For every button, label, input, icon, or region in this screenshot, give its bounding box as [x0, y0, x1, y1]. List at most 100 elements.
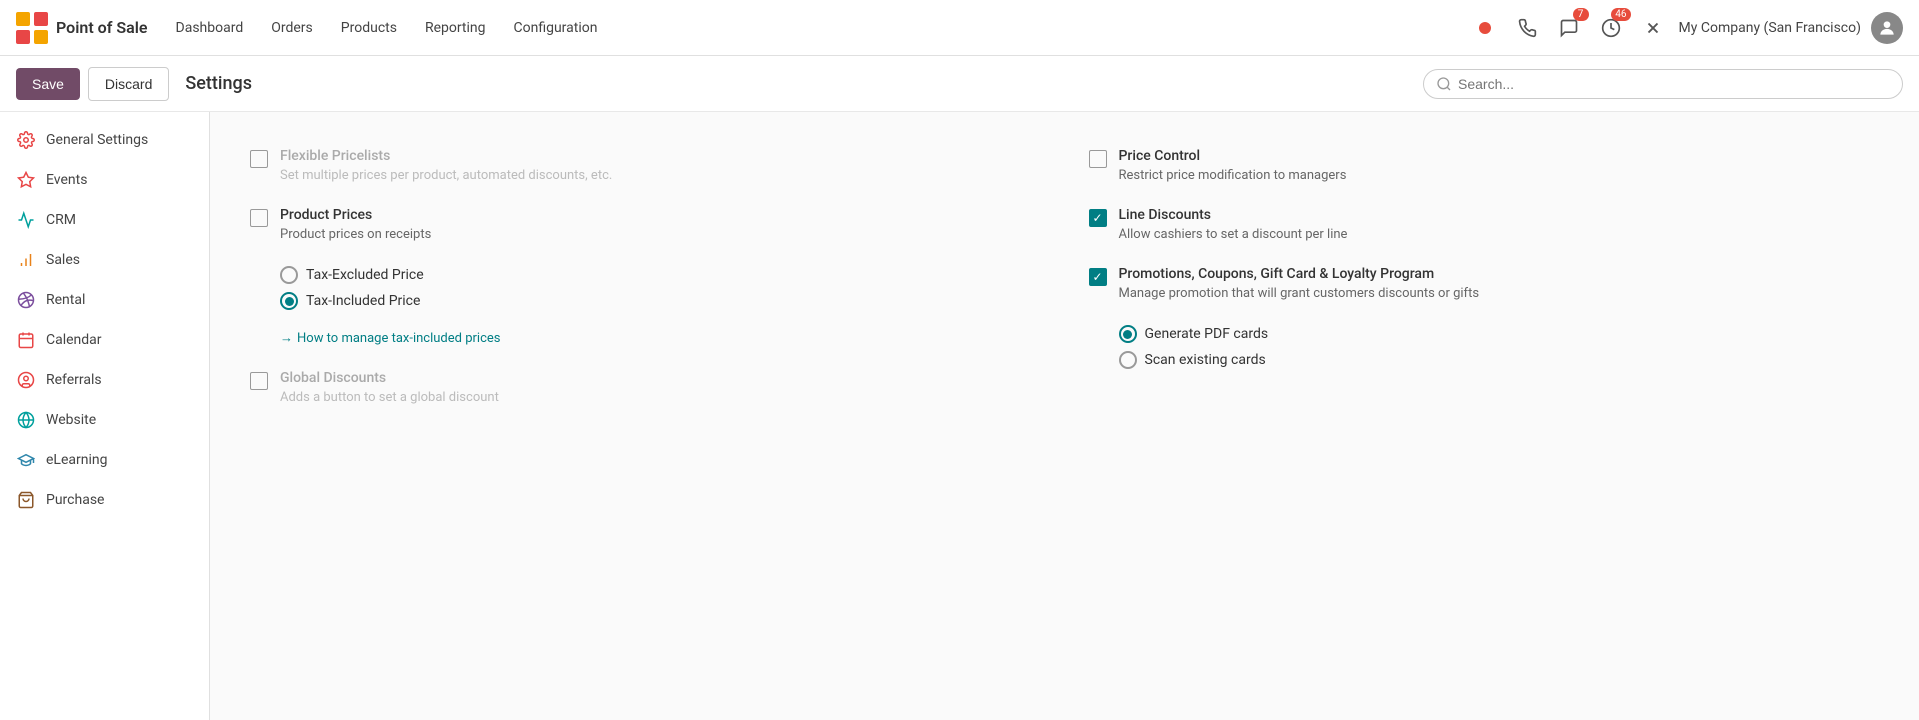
chat-icon — [1559, 18, 1579, 38]
nav-orders[interactable]: Orders — [259, 14, 325, 42]
line-discounts-checkbox[interactable] — [1089, 209, 1107, 227]
sidebar-item-general-settings[interactable]: General Settings — [0, 120, 209, 160]
tax-excluded-radio[interactable]: Tax-Excluded Price — [280, 266, 424, 284]
price-control-title: Price Control — [1119, 148, 1880, 164]
sidebar-item-label: Rental — [46, 292, 85, 308]
product-prices-checkbox[interactable] — [250, 209, 268, 227]
elearning-icon — [16, 450, 36, 470]
line-discounts-title: Line Discounts — [1119, 207, 1880, 223]
app-title: Point of Sale — [56, 18, 148, 37]
scan-existing-radio[interactable]: Scan existing cards — [1119, 351, 1269, 369]
nav-dashboard[interactable]: Dashboard — [164, 14, 256, 42]
sidebar-item-events[interactable]: Events — [0, 160, 209, 200]
tax-link[interactable]: → How to manage tax-included prices — [280, 330, 500, 346]
sidebar-item-label: General Settings — [46, 132, 148, 148]
product-prices-radio-group: Tax-Excluded Price Tax-Included Price — [280, 266, 424, 310]
flexible-pricelists-title: Flexible Pricelists — [280, 148, 1041, 164]
line-discounts-info: Line Discounts Allow cashiers to set a d… — [1119, 207, 1880, 242]
purchase-icon — [16, 490, 36, 510]
scan-existing-radio-circle — [1119, 351, 1137, 369]
nav-configuration[interactable]: Configuration — [502, 14, 610, 42]
red-dot-icon — [1479, 22, 1491, 34]
tax-included-label: Tax-Included Price — [306, 293, 420, 309]
chat-badge: 7 — [1573, 8, 1589, 21]
sidebar-item-sales[interactable]: Sales — [0, 240, 209, 280]
company-name[interactable]: My Company (San Francisco) — [1679, 20, 1861, 36]
sidebar-item-referrals[interactable]: Referrals — [0, 360, 209, 400]
crm-icon — [16, 210, 36, 230]
global-discounts-checkbox[interactable] — [250, 372, 268, 390]
setting-product-prices: Product Prices Product prices on receipt… — [250, 195, 1041, 358]
status-dot[interactable] — [1469, 12, 1501, 44]
promotions-radio-group: Generate PDF cards Scan existing cards — [1119, 325, 1269, 369]
sidebar-item-calendar[interactable]: Calendar — [0, 320, 209, 360]
flexible-pricelists-checkbox[interactable] — [250, 150, 268, 168]
rental-icon — [16, 290, 36, 310]
app-logo[interactable]: Point of Sale — [16, 12, 148, 44]
close-icon — [1644, 19, 1662, 37]
general-settings-icon — [16, 130, 36, 150]
tax-included-radio[interactable]: Tax-Included Price — [280, 292, 424, 310]
flexible-pricelists-desc: Set multiple prices per product, automat… — [280, 168, 1041, 183]
close-icon-btn[interactable] — [1637, 12, 1669, 44]
price-control-checkbox[interactable] — [1089, 150, 1107, 168]
product-prices-title: Product Prices — [280, 207, 1041, 223]
settings-grid: Flexible Pricelists Set multiple prices … — [250, 136, 1879, 417]
logo-icon — [16, 12, 48, 44]
promotions-checkbox[interactable] — [1089, 268, 1107, 286]
sidebar-item-label: Events — [46, 172, 87, 188]
chat-icon-btn[interactable]: 7 — [1553, 12, 1585, 44]
clock-icon-btn[interactable]: 46 — [1595, 12, 1627, 44]
global-discounts-info: Global Discounts Adds a button to set a … — [280, 370, 1041, 405]
website-icon — [16, 410, 36, 430]
generate-pdf-radio[interactable]: Generate PDF cards — [1119, 325, 1269, 343]
search-input[interactable] — [1458, 76, 1890, 92]
promotions-title: Promotions, Coupons, Gift Card & Loyalty… — [1119, 266, 1880, 282]
setting-global-discounts: Global Discounts Adds a button to set a … — [250, 358, 1041, 417]
right-column: Price Control Restrict price modificatio… — [1089, 136, 1880, 417]
tax-excluded-radio-circle — [280, 266, 298, 284]
tax-included-radio-circle — [280, 292, 298, 310]
clock-icon — [1601, 18, 1621, 38]
sidebar-item-label: Calendar — [46, 332, 102, 348]
topnav: Point of Sale Dashboard Orders Products … — [0, 0, 1919, 56]
user-avatar[interactable] — [1871, 12, 1903, 44]
discard-button[interactable]: Discard — [88, 67, 169, 101]
sidebar-item-crm[interactable]: CRM — [0, 200, 209, 240]
sidebar-item-rental[interactable]: Rental — [0, 280, 209, 320]
save-button[interactable]: Save — [16, 68, 80, 100]
sidebar-item-purchase[interactable]: Purchase — [0, 480, 209, 520]
sidebar-item-label: CRM — [46, 212, 76, 228]
nav-links: Dashboard Orders Products Reporting Conf… — [164, 14, 1461, 42]
referrals-icon — [16, 370, 36, 390]
avatar-icon — [1877, 18, 1897, 38]
nav-products[interactable]: Products — [329, 14, 409, 42]
global-discounts-desc: Adds a button to set a global discount — [280, 390, 1041, 405]
search-bar[interactable] — [1423, 69, 1903, 99]
generate-pdf-label: Generate PDF cards — [1145, 326, 1269, 342]
price-control-info: Price Control Restrict price modificatio… — [1119, 148, 1880, 183]
price-control-desc: Restrict price modification to managers — [1119, 168, 1880, 183]
search-icon — [1436, 76, 1452, 92]
nav-reporting[interactable]: Reporting — [413, 14, 498, 42]
setting-price-control: Price Control Restrict price modificatio… — [1089, 136, 1880, 195]
topnav-right: 7 46 My Company (San Francisco) — [1469, 12, 1903, 44]
sidebar-item-elearning[interactable]: eLearning — [0, 440, 209, 480]
toolbar: Save Discard Settings — [0, 56, 1919, 112]
clock-badge: 46 — [1611, 8, 1630, 21]
sidebar-item-label: Referrals — [46, 372, 102, 388]
tax-excluded-label: Tax-Excluded Price — [306, 267, 424, 283]
sidebar-item-website[interactable]: Website — [0, 400, 209, 440]
setting-flexible-pricelists: Flexible Pricelists Set multiple prices … — [250, 136, 1041, 195]
calendar-icon — [16, 330, 36, 350]
global-discounts-title: Global Discounts — [280, 370, 1041, 386]
main-layout: General Settings Events CRM — [0, 112, 1919, 720]
phone-icon-btn[interactable] — [1511, 12, 1543, 44]
line-discounts-desc: Allow cashiers to set a discount per lin… — [1119, 227, 1880, 242]
settings-content: Flexible Pricelists Set multiple prices … — [210, 112, 1919, 720]
tax-link-text: How to manage tax-included prices — [297, 331, 500, 346]
page-title: Settings — [185, 73, 252, 94]
setting-promotions: Promotions, Coupons, Gift Card & Loyalty… — [1089, 254, 1880, 381]
events-icon — [16, 170, 36, 190]
sales-icon — [16, 250, 36, 270]
